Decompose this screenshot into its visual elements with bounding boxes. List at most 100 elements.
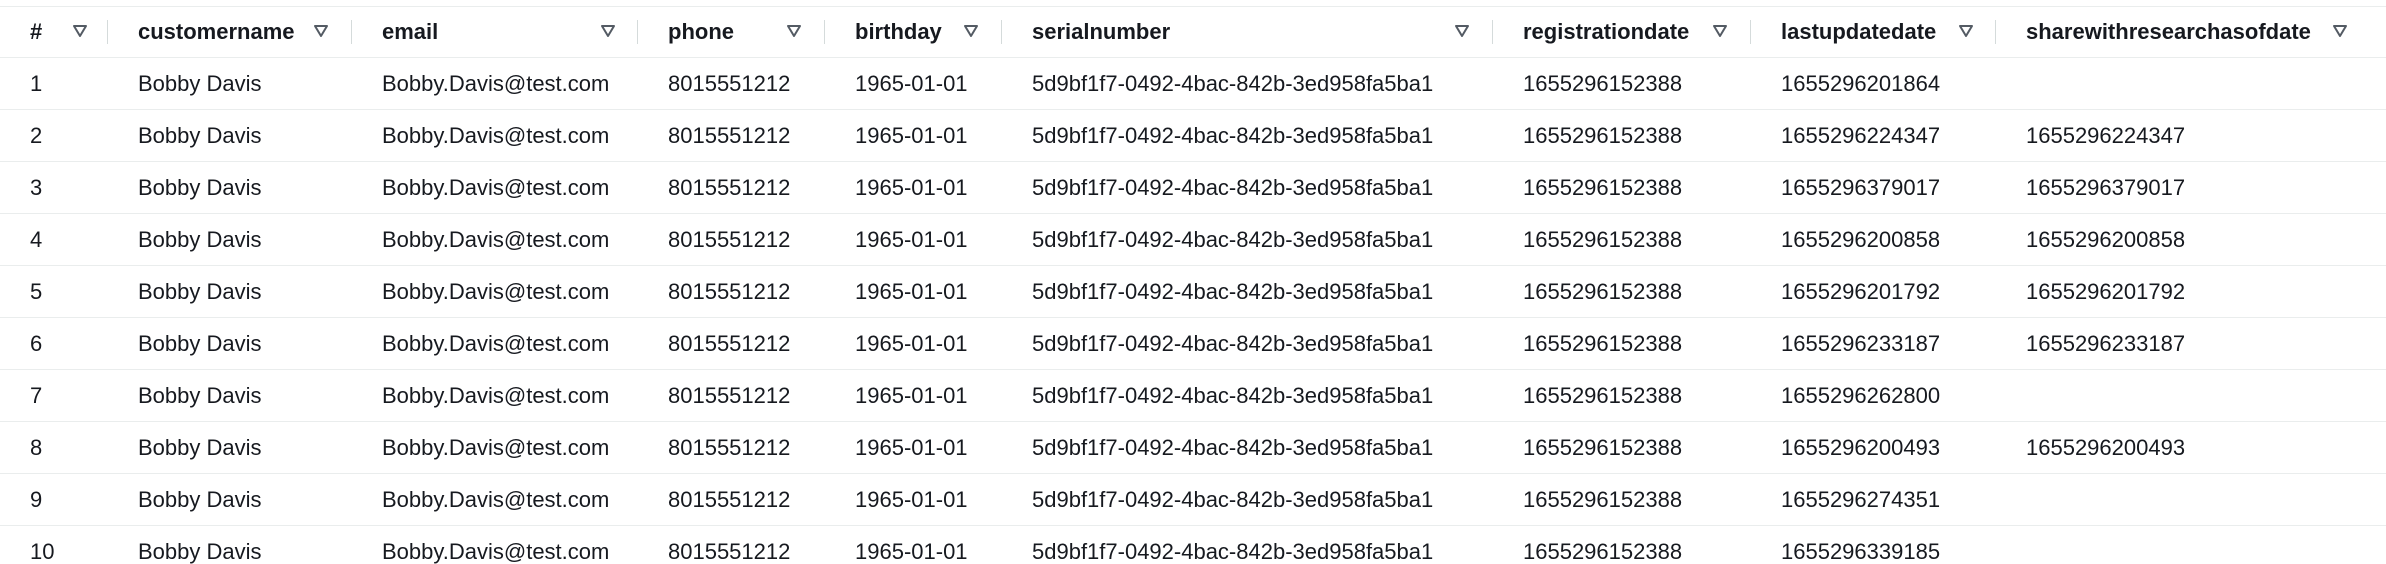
column-header-label: serialnumber [1032, 19, 1171, 44]
cell-registrationdate: 1655296152388 [1523, 226, 1683, 252]
cell-lastupdatedate: 1655296200493 [1781, 434, 1941, 460]
cell-phone: 8015551212 [668, 434, 791, 460]
cell-sharewithresearchasofdate [1996, 58, 2386, 109]
cell-sharewithresearchasofdate: 1655296201792 [2026, 278, 2186, 304]
column-header-phone[interactable]: phone [638, 7, 825, 57]
cell-sharewithresearchasofdate [1996, 370, 2386, 421]
cell-birthday: 1965-01-01 [855, 70, 968, 96]
cell-registrationdate: 1655296152388 [1523, 122, 1683, 148]
cell-lastupdatedate: 1655296262800 [1781, 382, 1941, 408]
column-header-label: phone [668, 19, 734, 44]
cell-birthday: 1965-01-01 [855, 278, 968, 304]
table-row[interactable]: 4 Bobby Davis Bobby.Davis@test.com 80155512… [0, 214, 2386, 266]
cell-customername: Bobby Davis [138, 226, 262, 252]
cell-customername: Bobby Davis [138, 70, 262, 96]
filter-triangle-icon[interactable] [1958, 24, 1974, 38]
column-header-email[interactable]: email [352, 7, 638, 57]
cell-phone: 8015551212 [668, 174, 791, 200]
cell-serialnumber: 5d9bf1f7-0492-4bac-842b-3ed958fa5ba1 [1032, 226, 1434, 252]
cell-registrationdate: 1655296152388 [1523, 434, 1683, 460]
cell-sharewithresearchasofdate: 1655296379017 [2026, 174, 2186, 200]
cell-serialnumber: 5d9bf1f7-0492-4bac-842b-3ed958fa5ba1 [1032, 434, 1434, 460]
filter-triangle-icon[interactable] [313, 24, 329, 38]
filter-triangle-icon[interactable] [1454, 24, 1470, 38]
cell-email: Bobby.Davis@test.com [382, 538, 610, 564]
table-row[interactable]: 8 Bobby Davis Bobby.Davis@test.com 80155512… [0, 422, 2386, 474]
cell-phone: 8015551212 [668, 382, 791, 408]
cell-sharewithresearchasofdate: 1655296200858 [2026, 226, 2186, 252]
cell-num: 10 [30, 538, 55, 564]
cell-phone: 8015551212 [668, 486, 791, 512]
cell-lastupdatedate: 1655296274351 [1781, 486, 1941, 512]
cell-customername: Bobby Davis [138, 434, 262, 460]
cell-registrationdate: 1655296152388 [1523, 486, 1683, 512]
table-row[interactable]: 6 Bobby Davis Bobby.Davis@test.com 80155512… [0, 318, 2386, 370]
cell-phone: 8015551212 [668, 330, 791, 356]
cell-serialnumber: 5d9bf1f7-0492-4bac-842b-3ed958fa5ba1 [1032, 70, 1434, 96]
table-row[interactable]: 7 Bobby Davis Bobby.Davis@test.com 80155512… [0, 370, 2386, 422]
filter-triangle-icon[interactable] [963, 24, 979, 38]
cell-num: 3 [30, 174, 43, 200]
cell-phone: 8015551212 [668, 122, 791, 148]
filter-triangle-icon[interactable] [72, 24, 88, 38]
cell-sharewithresearchasofdate [1996, 526, 2386, 564]
cell-birthday: 1965-01-01 [855, 330, 968, 356]
cell-serialnumber: 5d9bf1f7-0492-4bac-842b-3ed958fa5ba1 [1032, 174, 1434, 200]
cell-num: 4 [30, 226, 43, 252]
cell-serialnumber: 5d9bf1f7-0492-4bac-842b-3ed958fa5ba1 [1032, 122, 1434, 148]
table-row[interactable]: 10 Bobby Davis Bobby.Davis@test.com 8015551… [0, 526, 2386, 564]
cell-birthday: 1965-01-01 [855, 538, 968, 564]
cell-customername: Bobby Davis [138, 486, 262, 512]
column-header-serialnumber[interactable]: serialnumber [1002, 7, 1493, 57]
cell-lastupdatedate: 1655296224347 [1781, 122, 1941, 148]
results-table: # customername email phone birthday serialnum… [0, 0, 2386, 564]
table-row[interactable]: 3 Bobby Davis Bobby.Davis@test.com 80155512… [0, 162, 2386, 214]
cell-birthday: 1965-01-01 [855, 486, 968, 512]
cell-customername: Bobby Davis [138, 382, 262, 408]
column-header-label: # [30, 19, 43, 44]
cell-phone: 8015551212 [668, 70, 791, 96]
cell-num: 6 [30, 330, 43, 356]
cell-birthday: 1965-01-01 [855, 226, 968, 252]
filter-triangle-icon[interactable] [786, 24, 802, 38]
table-row[interactable]: 2 Bobby Davis Bobby.Davis@test.com 80155512… [0, 110, 2386, 162]
cell-phone: 8015551212 [668, 538, 791, 564]
cell-email: Bobby.Davis@test.com [382, 382, 610, 408]
column-header-num[interactable]: # [0, 7, 108, 57]
cell-num: 7 [30, 382, 43, 408]
cell-sharewithresearchasofdate: 1655296233187 [2026, 330, 2186, 356]
column-header-label: email [382, 19, 439, 44]
cell-registrationdate: 1655296152388 [1523, 70, 1683, 96]
column-header-label: registrationdate [1523, 19, 1690, 44]
cell-phone: 8015551212 [668, 226, 791, 252]
column-header-birthday[interactable]: birthday [825, 7, 1002, 57]
column-header-label: customername [138, 19, 295, 44]
filter-triangle-icon[interactable] [1712, 24, 1728, 38]
cell-sharewithresearchasofdate [1996, 474, 2386, 525]
table-row[interactable]: 1 Bobby Davis Bobby.Davis@test.com 80155512… [0, 58, 2386, 110]
cell-email: Bobby.Davis@test.com [382, 174, 610, 200]
cell-sharewithresearchasofdate: 1655296200493 [2026, 434, 2186, 460]
cell-registrationdate: 1655296152388 [1523, 382, 1683, 408]
cell-birthday: 1965-01-01 [855, 382, 968, 408]
column-header-sharewithresearchasofdate[interactable]: sharewithresearchasofdate [1996, 7, 2386, 57]
table-header-row: # customername email phone birthday serialnum… [0, 6, 2386, 58]
cell-serialnumber: 5d9bf1f7-0492-4bac-842b-3ed958fa5ba1 [1032, 278, 1434, 304]
cell-customername: Bobby Davis [138, 278, 262, 304]
filter-triangle-icon[interactable] [600, 24, 616, 38]
cell-email: Bobby.Davis@test.com [382, 434, 610, 460]
column-header-customername[interactable]: customername [108, 7, 352, 57]
table-row[interactable]: 5 Bobby Davis Bobby.Davis@test.com 80155512… [0, 266, 2386, 318]
filter-triangle-icon[interactable] [2332, 24, 2348, 38]
cell-serialnumber: 5d9bf1f7-0492-4bac-842b-3ed958fa5ba1 [1032, 330, 1434, 356]
cell-lastupdatedate: 1655296339185 [1781, 538, 1941, 564]
cell-customername: Bobby Davis [138, 538, 262, 564]
cell-serialnumber: 5d9bf1f7-0492-4bac-842b-3ed958fa5ba1 [1032, 486, 1434, 512]
column-header-lastupdatedate[interactable]: lastupdatedate [1751, 7, 1996, 57]
cell-birthday: 1965-01-01 [855, 434, 968, 460]
column-header-registrationdate[interactable]: registrationdate [1493, 7, 1751, 57]
cell-phone: 8015551212 [668, 278, 791, 304]
table-row[interactable]: 9 Bobby Davis Bobby.Davis@test.com 80155512… [0, 474, 2386, 526]
cell-lastupdatedate: 1655296233187 [1781, 330, 1941, 356]
cell-registrationdate: 1655296152388 [1523, 330, 1683, 356]
